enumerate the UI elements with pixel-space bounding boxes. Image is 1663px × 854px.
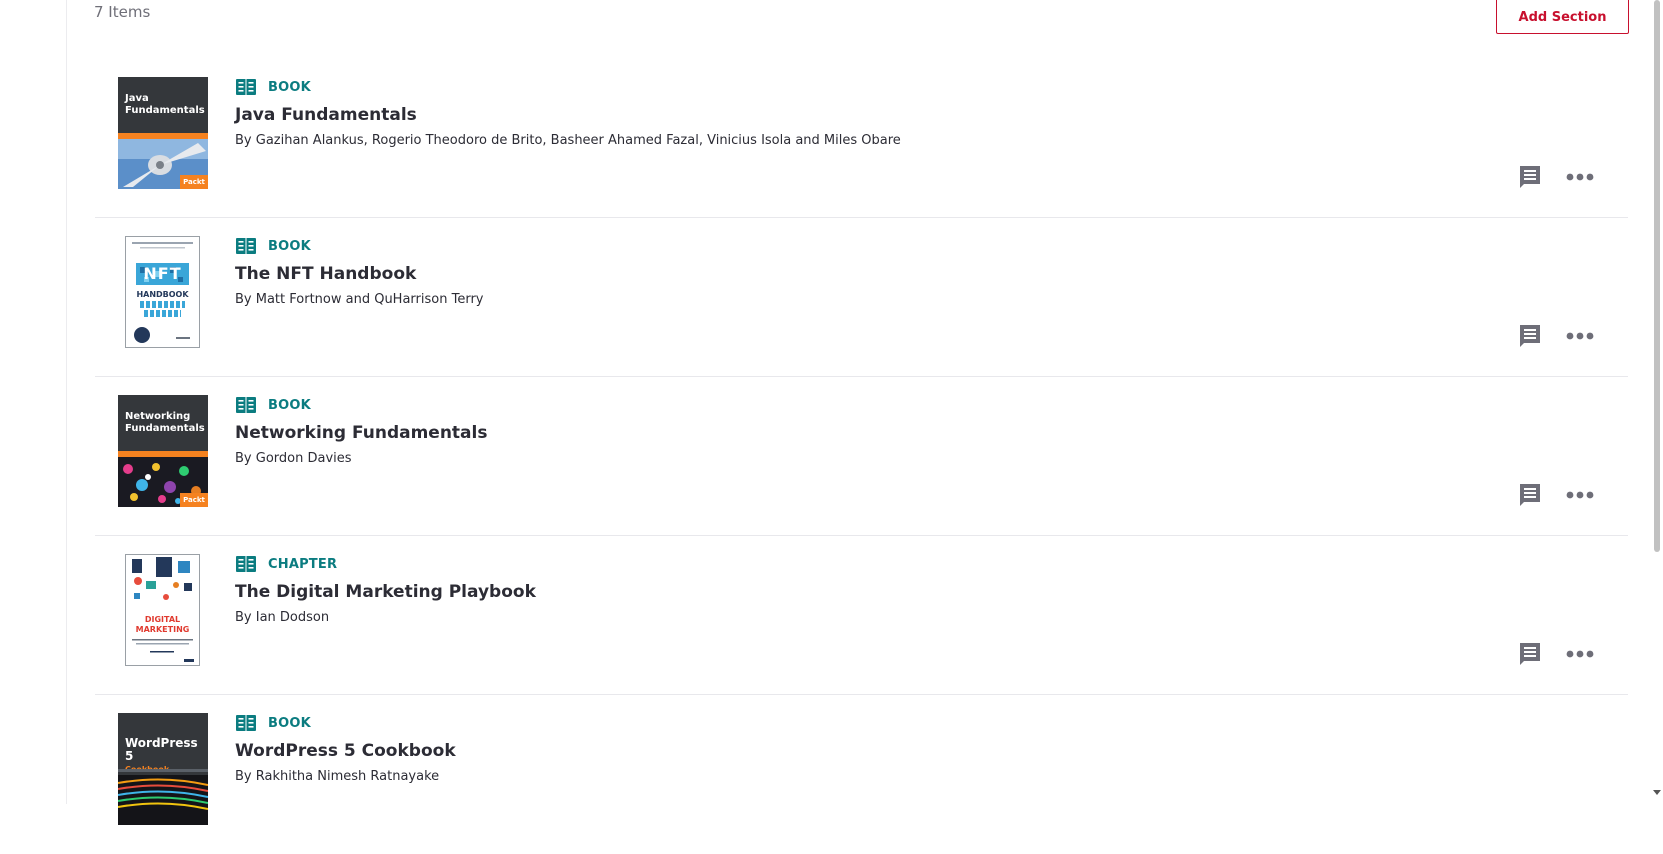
left-rail [0,0,67,804]
more-options-button[interactable] [1565,482,1595,508]
item-title[interactable]: The NFT Handbook [235,263,483,285]
cover-art-light-trails [118,775,208,825]
book-cover[interactable]: DIGITAL MARKETING [125,554,200,666]
open-book-icon [236,397,256,413]
notes-button[interactable] [1517,323,1543,349]
notes-icon [1520,643,1540,665]
item-type-label: BOOK [268,397,311,413]
items-count: 7 Items [94,3,151,21]
cover-band [118,769,208,772]
more-options-button[interactable] [1565,323,1595,349]
item-title[interactable]: The Digital Marketing Playbook [235,581,536,603]
item-type: BOOK [235,235,483,257]
notes-button[interactable] [1517,482,1543,508]
item-actions [1517,482,1595,508]
item-type-label: BOOK [268,715,311,731]
list-item: WordPress 5 Cookbook [95,695,1628,854]
cover-title: Networking Fundamentals [125,411,205,434]
item-meta: BOOK The NFT Handbook By Matt Fortnow an… [235,235,483,308]
item-actions [1517,641,1595,667]
book-cover[interactable]: Networking Fundamentals Packt [118,395,208,507]
more-options-button[interactable] [1565,641,1595,667]
item-title[interactable]: WordPress 5 Cookbook [235,740,456,762]
cover-tagline [126,301,199,317]
reading-list: Java Fundamentals Packt BOOK Java Fundam… [95,59,1628,854]
cover-title: Java Fundamentals [125,93,205,116]
book-cover[interactable]: NFT HANDBOOK [125,236,200,348]
item-type-label: CHAPTER [268,556,338,572]
vertical-scrollbar[interactable] [1650,0,1663,804]
scroll-down-arrow-icon[interactable] [1653,790,1661,795]
item-type-label: BOOK [268,79,311,95]
item-authors: By Rakhitha Nimesh Ratnayake [235,769,440,784]
item-authors: By Ian Dodson [235,610,330,625]
item-type: CHAPTER [235,553,536,575]
open-book-icon [236,556,256,572]
more-options-button[interactable] [1565,164,1595,190]
item-meta: CHAPTER The Digital Marketing Playbook B… [235,553,536,626]
item-authors: By Matt Fortnow and QuHarrison Terry [235,292,484,307]
item-type: BOOK [235,712,456,734]
item-authors: By Gordon Davies [235,451,352,466]
book-cover[interactable]: WordPress 5 Cookbook [118,713,208,825]
open-book-icon [236,715,256,731]
notes-icon [1520,484,1540,506]
more-horizontal-icon [1566,650,1594,658]
cover-art-marketing [126,555,199,665]
item-title[interactable]: Java Fundamentals [235,104,901,126]
open-book-icon [236,79,256,95]
more-horizontal-icon [1566,332,1594,340]
cover-brand: Packt [180,493,208,507]
item-authors: By Gazihan Alankus, Rogerio Theodoro de … [235,133,901,148]
notes-icon [1520,166,1540,188]
more-horizontal-icon [1566,173,1594,181]
item-type-label: BOOK [268,238,311,254]
cover-title: NFT [143,264,182,283]
list-item: Networking Fundamentals Packt BOOK Netwo… [95,377,1628,536]
more-horizontal-icon [1566,491,1594,499]
list-item: NFT HANDBOOK BOOK The NFT Handbook By Ma… [95,218,1628,377]
add-section-button[interactable]: Add Section [1496,0,1629,34]
cover-subtitle: HANDBOOK [136,290,189,299]
item-type: BOOK [235,394,487,416]
list-item: DIGITAL MARKETING CHAPTER The Digital Ma… [95,536,1628,695]
item-meta: BOOK Networking Fundamentals By Gordon D… [235,394,487,467]
notes-icon [1520,325,1540,347]
cover-title: DIGITAL MARKETING [135,615,190,634]
item-meta: BOOK WordPress 5 Cookbook By Rakhitha Ni… [235,712,456,785]
item-title[interactable]: Networking Fundamentals [235,422,487,444]
item-meta: BOOK Java Fundamentals By Gazihan Alanku… [235,76,901,149]
cover-title-text: WordPress 5 [125,736,198,763]
notes-button[interactable] [1517,641,1543,667]
item-type: BOOK [235,76,901,98]
cover-brand: Packt [180,175,208,189]
item-actions [1517,164,1595,190]
list-item: Java Fundamentals Packt BOOK Java Fundam… [95,59,1628,218]
open-book-icon [236,238,256,254]
scrollbar-thumb[interactable] [1654,0,1660,552]
item-actions [1517,323,1595,349]
notes-button[interactable] [1517,164,1543,190]
book-cover[interactable]: Java Fundamentals Packt [118,77,208,189]
